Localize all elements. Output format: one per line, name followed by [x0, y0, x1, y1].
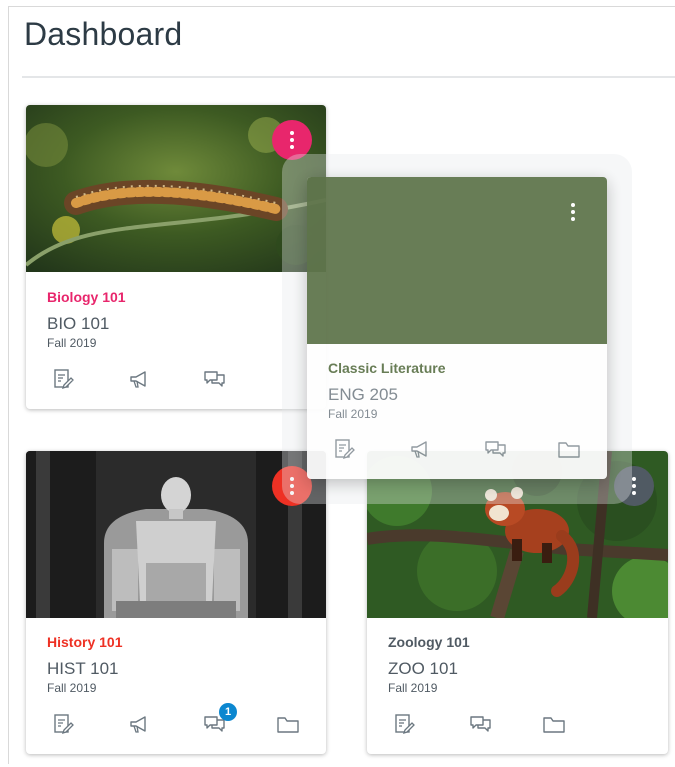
assignments-button[interactable]	[50, 712, 76, 736]
course-term: Fall 2019	[47, 336, 97, 350]
title-divider	[22, 76, 675, 78]
unread-discussions-badge: 1	[219, 703, 237, 721]
assignment-icon	[335, 439, 355, 460]
course-code: BIO 101	[47, 314, 110, 333]
discussions-button[interactable]	[482, 437, 508, 461]
course-term: Fall 2019	[388, 681, 438, 695]
course-card-history[interactable]: History 101 HIST 101 Fall 2019 1	[26, 451, 326, 754]
course-term: Fall 2019	[47, 681, 97, 695]
files-button[interactable]	[556, 437, 582, 461]
kebab-menu-icon	[632, 477, 636, 481]
course-card-biology[interactable]: Biology 101 BIO 101 Fall 2019	[26, 105, 326, 409]
assignments-button[interactable]	[50, 367, 76, 391]
course-code: ENG 205	[328, 385, 398, 404]
course-name[interactable]: Classic Literature	[328, 360, 446, 376]
course-name[interactable]: History 101	[47, 634, 122, 650]
kebab-dot	[632, 484, 636, 488]
megaphone-icon	[130, 716, 146, 733]
course-card-literature[interactable]: Classic Literature ENG 205 Fall 2019	[307, 177, 607, 479]
folder-icon	[277, 717, 299, 733]
kebab-menu-icon	[290, 131, 294, 135]
announcements-button[interactable]	[126, 712, 152, 736]
assignment-icon	[54, 369, 74, 390]
discussion-icon	[485, 441, 506, 457]
course-name[interactable]: Zoology 101	[388, 634, 470, 650]
assignments-button[interactable]	[331, 437, 357, 461]
course-term: Fall 2019	[328, 407, 378, 421]
folder-icon	[543, 717, 565, 733]
course-name[interactable]: Biology 101	[47, 289, 126, 305]
assignments-button[interactable]	[391, 712, 417, 736]
kebab-dot	[571, 210, 575, 214]
files-button[interactable]	[541, 712, 567, 736]
discussion-icon	[204, 371, 225, 387]
discussions-button[interactable]: 1	[201, 703, 237, 736]
page-title: Dashboard	[24, 16, 183, 52]
card-options-button[interactable]	[553, 192, 593, 232]
kebab-menu-icon	[571, 203, 575, 207]
megaphone-icon	[411, 441, 427, 458]
megaphone-icon	[130, 371, 146, 388]
announcements-button[interactable]	[407, 437, 433, 461]
discussions-button[interactable]	[201, 367, 227, 391]
announcements-button[interactable]	[126, 367, 152, 391]
discussion-icon	[470, 716, 491, 732]
course-code: ZOO 101	[388, 659, 458, 678]
assignment-icon	[395, 714, 415, 735]
kebab-dot	[571, 217, 575, 221]
assignment-icon	[54, 714, 74, 735]
files-button[interactable]	[275, 712, 301, 736]
kebab-dot	[632, 491, 636, 495]
folder-icon	[558, 442, 580, 458]
kebab-dot	[290, 145, 294, 149]
kebab-dot	[290, 138, 294, 142]
course-code: HIST 101	[47, 659, 119, 678]
discussions-button[interactable]	[467, 712, 493, 736]
